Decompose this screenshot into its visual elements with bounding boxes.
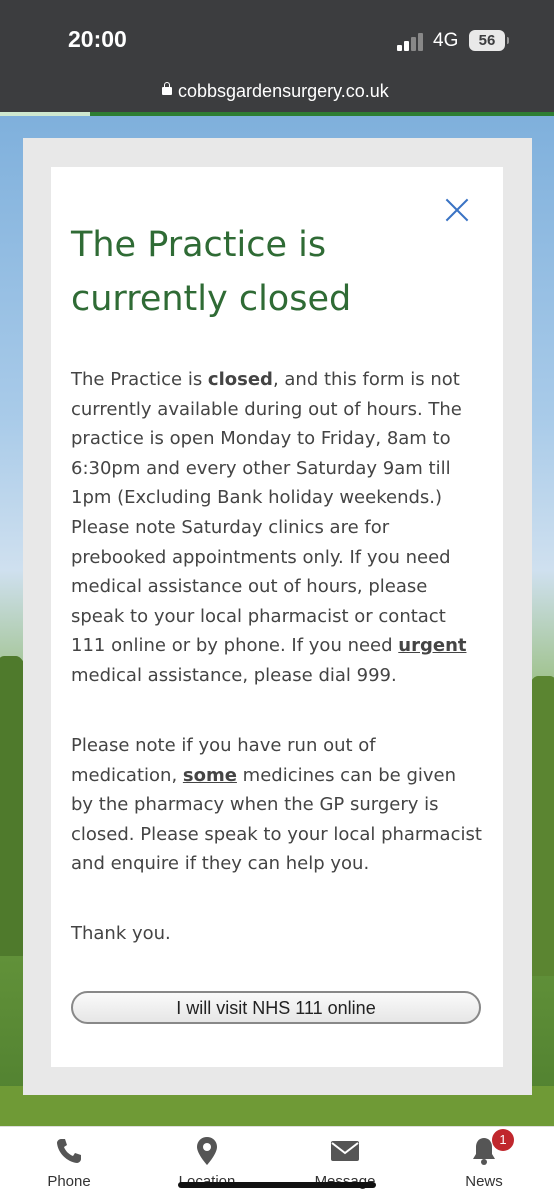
phone-icon — [57, 1139, 81, 1163]
modal-title: The Practice is currently closed — [71, 225, 352, 319]
nav-label-phone: Phone — [47, 1173, 91, 1190]
nav-label-news: News — [465, 1173, 503, 1190]
thank-you-text: Thank you. — [71, 923, 171, 944]
news-badge: 1 — [492, 1129, 514, 1151]
p1-text-e: medical assistance, please dial 999. — [71, 664, 397, 686]
p1-text-a: The Practice is — [71, 369, 208, 390]
lock-icon — [162, 82, 172, 95]
p1-text-c: , and this form is not currently availab… — [71, 369, 462, 657]
nav-news[interactable]: 1 News — [434, 1127, 534, 1201]
url-text: cobbsgardensurgery.co.uk — [178, 81, 389, 101]
envelope-icon — [331, 1141, 359, 1161]
location-pin-icon — [197, 1137, 217, 1165]
network-type: 4G — [433, 30, 459, 51]
bottom-nav: Phone Location Message 1 News — [0, 1126, 554, 1201]
status-time: 20:00 — [68, 26, 127, 52]
nav-location[interactable]: Location — [157, 1127, 257, 1201]
battery-icon: 56 — [469, 30, 509, 51]
closed-emphasis: closed — [207, 369, 273, 390]
visit-nhs-111-button[interactable]: I will visit NHS 111 online — [71, 991, 481, 1024]
status-bar: 20:00 4G 56 — [0, 0, 554, 80]
urgent-emphasis: urgent — [398, 635, 467, 657]
nav-message[interactable]: Message — [295, 1127, 395, 1201]
home-indicator — [178, 1182, 376, 1188]
medication-paragraph: Please note if you have run out of medic… — [71, 731, 483, 879]
signal-icon — [397, 33, 425, 51]
closed-info-paragraph: The Practice is closed, and this form is… — [71, 365, 483, 691]
some-emphasis: some — [182, 764, 237, 786]
nav-phone[interactable]: Phone — [19, 1127, 119, 1201]
browser-url-bar[interactable]: cobbsgardensurgery.co.uk — [0, 80, 554, 112]
